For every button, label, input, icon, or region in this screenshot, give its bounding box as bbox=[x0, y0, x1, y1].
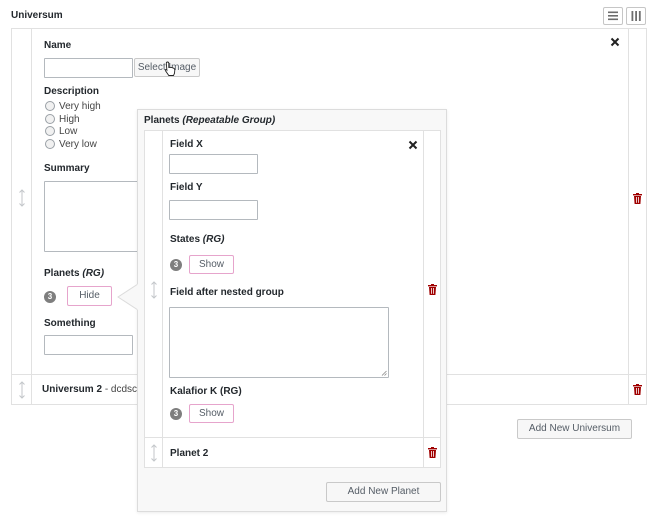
row-2-drag-handle[interactable] bbox=[12, 381, 31, 399]
row-2-left-divider bbox=[31, 375, 32, 404]
states-show-button[interactable]: Show bbox=[189, 255, 234, 274]
description-radio-group: Very high High Low Very low bbox=[45, 101, 135, 151]
row-1-delete-button[interactable] bbox=[633, 193, 642, 204]
column-view-icon bbox=[631, 11, 641, 21]
close-icon bbox=[408, 140, 418, 150]
row-2-right-divider bbox=[628, 375, 629, 404]
planet-2-delete-button[interactable] bbox=[428, 447, 437, 458]
row-1-drag-handle[interactable] bbox=[12, 189, 31, 207]
mouse-cursor-icon bbox=[164, 61, 176, 76]
kalafior-label: Kalafior K (RG) bbox=[170, 386, 242, 397]
name-label: Name bbox=[44, 40, 72, 51]
radio-icon bbox=[45, 101, 55, 112]
planet-1-delete-button[interactable] bbox=[428, 284, 437, 295]
planet-separator bbox=[145, 437, 440, 438]
field-y-label: Field Y bbox=[170, 182, 203, 193]
planet-1-drag-handle[interactable] bbox=[145, 281, 162, 299]
add-new-universum-button[interactable]: Add New Universum bbox=[517, 419, 632, 439]
planet-2-title[interactable]: Planet 2 bbox=[170, 448, 208, 459]
planet-2-right-divider bbox=[423, 438, 424, 467]
resize-grip-icon[interactable] bbox=[381, 370, 387, 376]
row-1-right-divider bbox=[628, 29, 629, 374]
field-after-nested-group-label: Field after nested group bbox=[170, 287, 284, 298]
drag-handle-icon bbox=[18, 381, 25, 399]
name-input[interactable] bbox=[44, 58, 133, 78]
popup-pointer-arrow bbox=[117, 284, 139, 310]
planets-popup-title: Planets (Repeatable Group) bbox=[144, 115, 276, 126]
trash-icon bbox=[428, 447, 437, 458]
column-view-button[interactable] bbox=[626, 7, 646, 25]
something-label: Something bbox=[44, 318, 96, 329]
drag-handle-icon bbox=[18, 189, 25, 207]
radio-option[interactable]: Very high bbox=[45, 101, 135, 114]
planet-2-left-divider bbox=[162, 438, 163, 467]
kalafior-count-badge: 3 bbox=[170, 408, 182, 420]
trash-icon bbox=[428, 284, 437, 295]
something-input[interactable] bbox=[44, 335, 133, 355]
field-x-input[interactable] bbox=[169, 154, 258, 174]
trash-icon bbox=[633, 193, 642, 204]
planet-1-close-button[interactable] bbox=[408, 140, 418, 150]
field-after-nested-group-textarea[interactable] bbox=[169, 307, 389, 378]
summary-label: Summary bbox=[44, 163, 90, 174]
radio-option[interactable]: Very low bbox=[45, 139, 135, 152]
planet-2-drag-handle[interactable] bbox=[145, 444, 162, 462]
trash-icon bbox=[633, 384, 642, 395]
list-view-button[interactable] bbox=[603, 7, 623, 25]
planets-label: Planets (RG) bbox=[44, 268, 105, 279]
row-1-close-button[interactable] bbox=[610, 37, 620, 47]
universum-2-title[interactable]: Universum 2 - dcdscds bbox=[42, 384, 148, 395]
states-label: States (RG) bbox=[170, 234, 225, 245]
kalafior-show-button[interactable]: Show bbox=[189, 404, 234, 423]
radio-option[interactable]: Low bbox=[45, 126, 135, 139]
planets-count-badge: 3 bbox=[44, 291, 56, 303]
planet-1-left-divider bbox=[162, 131, 163, 467]
list-view-icon bbox=[608, 11, 618, 21]
close-icon bbox=[610, 37, 620, 47]
radio-icon bbox=[45, 126, 55, 137]
planet-1-right-divider bbox=[423, 131, 424, 467]
radio-icon bbox=[45, 138, 55, 149]
drag-handle-icon bbox=[150, 444, 157, 462]
field-y-input[interactable] bbox=[169, 200, 258, 220]
summary-textarea[interactable] bbox=[44, 181, 144, 252]
radio-icon bbox=[45, 113, 55, 124]
description-label: Description bbox=[44, 86, 100, 97]
add-new-planet-button[interactable]: Add New Planet bbox=[326, 482, 441, 502]
planets-hide-button[interactable]: Hide bbox=[67, 286, 112, 306]
page-title: Universum bbox=[11, 10, 63, 21]
row-1-left-divider bbox=[31, 29, 32, 374]
field-x-label: Field X bbox=[170, 139, 203, 150]
radio-option[interactable]: High bbox=[45, 114, 135, 127]
row-2-delete-button[interactable] bbox=[633, 384, 642, 395]
states-count-badge: 3 bbox=[170, 259, 182, 271]
drag-handle-icon bbox=[150, 281, 157, 299]
